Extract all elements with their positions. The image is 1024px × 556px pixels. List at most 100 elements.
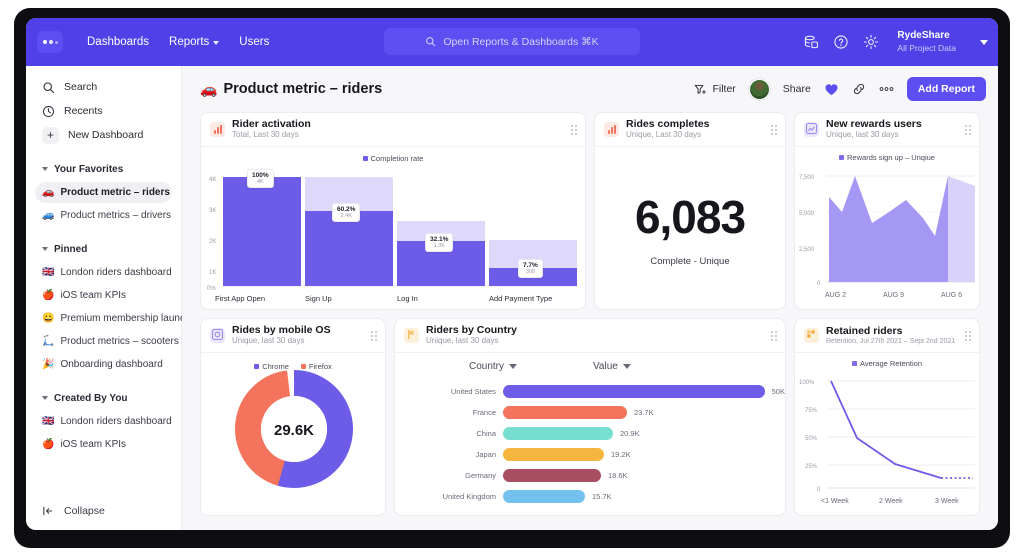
add-report-button[interactable]: Add Report: [907, 77, 986, 101]
apple-emoji-icon: 🍎: [42, 291, 54, 301]
share-button[interactable]: Share: [783, 83, 811, 95]
svg-text:AUG 9: AUG 9: [883, 292, 904, 299]
global-search-input[interactable]: Open Reports & Dashboards ⌘K: [384, 28, 640, 55]
page-actions: Filter Share Add Report: [694, 66, 986, 112]
chevron-down-icon[interactable]: [980, 40, 988, 45]
sidebar-collapse-button[interactable]: Collapse: [35, 500, 112, 522]
car-emoji-icon: 🚗: [200, 82, 217, 96]
link-icon[interactable]: [852, 82, 866, 96]
account-name: RydeShare: [897, 30, 956, 43]
chevron-down-icon: [213, 41, 219, 45]
sidebar-item-product-metrics-scooters[interactable]: 🛴 Product metrics – scooters: [35, 331, 172, 352]
collapse-label: Collapse: [64, 505, 105, 517]
chevron-down-icon: [509, 364, 517, 369]
help-circle-icon[interactable]: [833, 34, 849, 50]
country-bar: [503, 406, 627, 419]
account-switcher[interactable]: RydeShare All Project Data: [897, 30, 956, 53]
big-number-caption: Complete - Unique: [650, 256, 729, 267]
country-bar: [503, 385, 765, 398]
svg-text:100%: 100%: [799, 380, 815, 386]
chart-legend: Average Retention: [795, 353, 979, 368]
chevron-down-icon: [42, 396, 48, 400]
chevron-down-icon: [42, 247, 48, 251]
plus-icon: +: [42, 127, 59, 144]
sidebar-item-ios-team-kpis[interactable]: 🍎 iOS team KPIs: [35, 285, 172, 306]
drag-handle-icon[interactable]: [965, 331, 971, 341]
bar-chart-icon: [604, 122, 619, 137]
gear-icon[interactable]: [863, 34, 879, 50]
database-stack-icon[interactable]: [803, 34, 819, 50]
sidebar: Search Recents + New Dashboard Your Favo…: [26, 66, 182, 530]
chevron-down-icon: [623, 364, 631, 369]
nav-item-reports[interactable]: Reports: [169, 36, 219, 48]
flag-chart-icon: [404, 328, 419, 343]
nav-item-users[interactable]: Users: [239, 36, 269, 48]
app-logo[interactable]: [37, 31, 63, 53]
country-value: 20.9K: [613, 429, 640, 438]
more-options-icon[interactable]: [879, 86, 894, 92]
sidebar-group-label: Pinned: [54, 244, 87, 255]
drag-handle-icon[interactable]: [371, 331, 377, 341]
country-value: 23.7K: [627, 408, 654, 417]
country-bar: [503, 490, 585, 503]
big-number-block: 6,083 Complete - Unique: [595, 147, 785, 310]
svg-text:AUG 2: AUG 2: [825, 292, 846, 299]
donut-center-label: 29.6K: [274, 422, 314, 439]
area-chart-svg: 7,500 5,000 2,500 0 AUG 2 AUG 9 AUG 6: [795, 161, 980, 301]
sidebar-group-your-favorites[interactable]: Your Favorites: [42, 159, 165, 179]
table-row[interactable]: Japan 19.2K: [395, 444, 785, 465]
sidebar-item-label: London riders dashboard: [60, 416, 171, 427]
card-header: Rides by mobile OS Unique, last 30 days: [201, 319, 385, 353]
sidebar-group-label: Your Favorites: [54, 164, 123, 175]
column-header-value[interactable]: Value: [593, 361, 631, 372]
table-row[interactable]: United Kingdom 15.7K: [395, 486, 785, 507]
svg-text:3K: 3K: [209, 208, 216, 214]
donut-chart-icon: [210, 328, 225, 343]
country-label: China: [395, 429, 503, 438]
drag-handle-icon[interactable]: [571, 125, 577, 135]
chart-legend: Rewards sign up – Unqiue: [795, 147, 979, 162]
drag-handle-icon[interactable]: [771, 125, 777, 135]
sidebar-item-premium-membership-launch[interactable]: 😀 Premium membership launch: [35, 308, 172, 329]
table-row[interactable]: France 23.7K: [395, 402, 785, 423]
sidebar-item-london-riders-dashboard-created[interactable]: 🇬🇧 London riders dashboard: [35, 411, 172, 432]
sidebar-item-label: Recents: [64, 105, 103, 117]
bar-chart-icon: [210, 122, 225, 137]
sidebar-item-ios-team-kpis-created[interactable]: 🍎 iOS team KPIs: [35, 434, 172, 455]
sidebar-item-new-dashboard[interactable]: + New Dashboard: [35, 123, 172, 147]
svg-text:2K: 2K: [209, 239, 216, 245]
filter-button[interactable]: Filter: [694, 83, 735, 96]
heart-icon[interactable]: [824, 82, 839, 97]
sidebar-item-search[interactable]: Search: [35, 75, 172, 99]
search-placeholder: Open Reports & Dashboards ⌘K: [443, 36, 598, 48]
svg-text:5,000: 5,000: [799, 211, 815, 217]
clock-icon: [42, 105, 55, 118]
svg-text:75%: 75%: [805, 408, 818, 414]
card-header: New rewards users Unique, last 30 days: [795, 113, 979, 147]
sidebar-item-label: Premium membership launch: [60, 313, 190, 324]
car-emoji-icon: 🚗: [42, 188, 54, 198]
chart-legend: Completion rate: [201, 147, 585, 163]
sidebar-item-london-riders-dashboard[interactable]: 🇬🇧 London riders dashboard: [35, 262, 172, 283]
sidebar-item-product-metrics-drivers[interactable]: 🚙 Product metrics – drivers: [35, 205, 172, 226]
column-header-country[interactable]: Country: [395, 361, 523, 372]
country-label: United States: [395, 387, 503, 396]
country-value: 19.2K: [604, 450, 631, 459]
table-row[interactable]: China 20.9K: [395, 423, 785, 444]
nav-item-dashboards[interactable]: Dashboards: [87, 36, 149, 48]
sidebar-item-onboarding-dashboard[interactable]: 🎉 Onboarding dashboard: [35, 354, 172, 375]
drag-handle-icon[interactable]: [965, 125, 971, 135]
sidebar-item-label: London riders dashboard: [60, 267, 171, 278]
card-title: Rides completes: [626, 118, 709, 130]
sidebar-item-product-metric-riders[interactable]: 🚗 Product metric – riders: [35, 182, 172, 203]
avatar[interactable]: [749, 79, 770, 100]
sidebar-group-pinned[interactable]: Pinned: [42, 239, 165, 259]
svg-text:0: 0: [817, 487, 821, 493]
sidebar-group-created-by-you[interactable]: Created By You: [42, 388, 165, 408]
table-row[interactable]: United States 50K: [395, 381, 785, 402]
smile-emoji-icon: 😀: [42, 314, 54, 324]
sidebar-item-recents[interactable]: Recents: [35, 99, 172, 123]
funnel-x-label: Add Payment Type: [489, 294, 552, 303]
table-row[interactable]: Germany 18.6K: [395, 465, 785, 486]
drag-handle-icon[interactable]: [771, 331, 777, 341]
